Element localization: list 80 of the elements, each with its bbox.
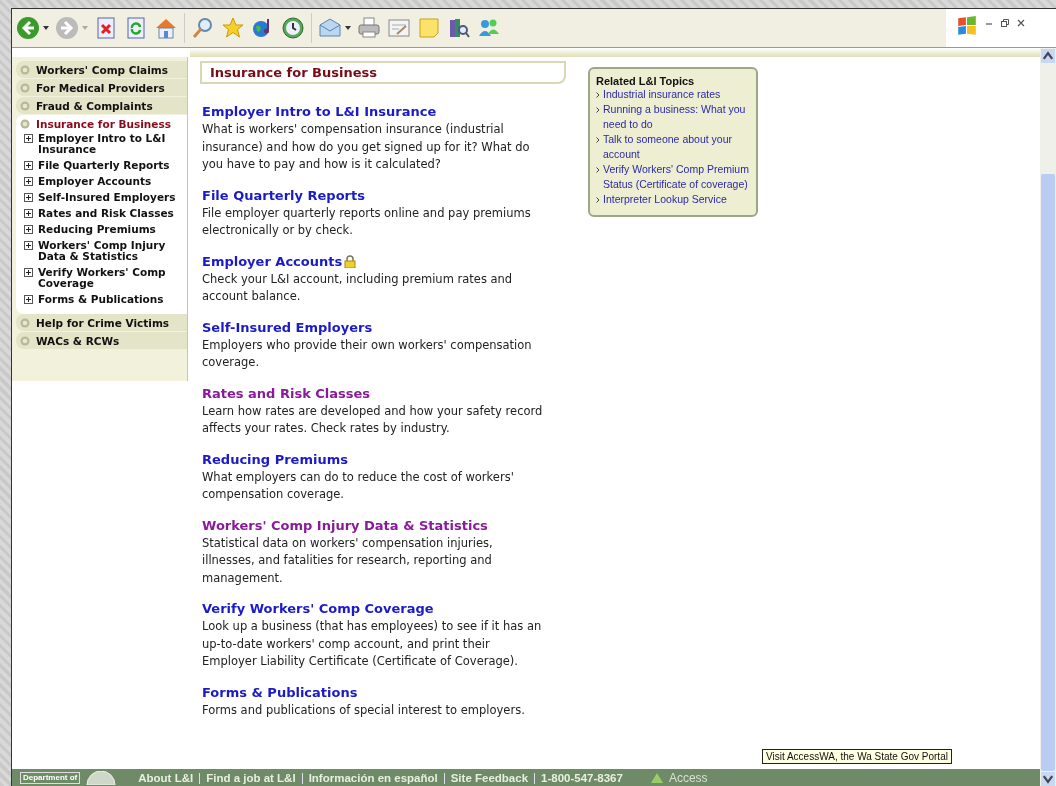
- chevron-icon: [596, 137, 600, 143]
- section-description: File employer quarterly reports online and pay premiums electronically or by check.: [202, 204, 532, 239]
- sidebar-subitem[interactable]: Self-Insured Employers: [16, 192, 187, 203]
- chevron-icon: [596, 167, 600, 173]
- chevron-icon: [596, 107, 600, 113]
- expand-icon[interactable]: [24, 209, 33, 218]
- chevron-icon: [596, 92, 600, 98]
- section-description: What employers can do to reduce the cost of workers' compensation coverage.: [202, 468, 515, 503]
- expand-icon[interactable]: [24, 268, 33, 277]
- section-description: Employers who provide their own workers' compensation coverage.: [202, 336, 533, 371]
- sidebar-item[interactable]: WACs & RCWs: [16, 332, 187, 349]
- related-link[interactable]: Industrial insurance rates: [596, 87, 750, 102]
- restore-icon[interactable]: [1000, 18, 1010, 28]
- expand-icon[interactable]: [24, 134, 33, 143]
- expand-icon[interactable]: [24, 225, 33, 234]
- sidebar-subitem[interactable]: File Quarterly Reports: [16, 160, 187, 171]
- history-icon[interactable]: [281, 16, 305, 40]
- scroll-down-icon[interactable]: [1041, 772, 1055, 786]
- section-description: Check your L&I account, including premium rates and account balance.: [202, 270, 514, 305]
- section-link[interactable]: Forms & Publications: [202, 684, 358, 700]
- back-icon[interactable]: [16, 16, 40, 40]
- related-link[interactable]: Interpreter Lookup Service: [596, 192, 750, 207]
- sidebar-subitem[interactable]: Workers' Comp Injury Data & Statistics: [16, 240, 187, 262]
- bullet-icon: [20, 118, 30, 129]
- sidebar-subitem[interactable]: Forms & Publications: [16, 294, 187, 305]
- section-description: Learn how rates are developed and how your safety record affects your rates. Check rates by industry.: [202, 402, 544, 437]
- related-link[interactable]: Running a business: What you need to do: [596, 102, 750, 132]
- expand-icon[interactable]: [24, 193, 33, 202]
- sidebar-subitem[interactable]: Reducing Premiums: [16, 224, 187, 235]
- panel-title: Related L&I Topics: [596, 75, 696, 87]
- research-icon[interactable]: [447, 16, 471, 40]
- bullet-icon: [20, 64, 30, 75]
- section-link[interactable]: Verify Workers' Comp Coverage: [202, 601, 434, 616]
- stop-icon[interactable]: [94, 16, 118, 40]
- section-description: What is workers' compensation insurance (industrial insurance) and how do you get signed up for it? What do you have to pay and how is it calculated?: [202, 121, 531, 173]
- expand-icon[interactable]: [24, 241, 33, 250]
- close-icon[interactable]: [1016, 18, 1026, 28]
- seal-icon: [86, 771, 117, 785]
- bullet-icon: [20, 317, 30, 328]
- section-description: Look up a business (that has employees) to see if it has an up-to-date workers' comp account, and print their Employer Liability Certificate (Certificate of Coverage).: [202, 618, 543, 670]
- department-logo: Department of: [20, 772, 81, 784]
- sidebar-subitem[interactable]: Verify Workers' Comp Coverage: [16, 267, 187, 289]
- section-link[interactable]: Rates and Risk Classes: [202, 385, 371, 401]
- page-title: Insurance for Business: [200, 61, 566, 84]
- expand-icon[interactable]: [24, 161, 33, 170]
- section-description: Statistical data on workers' compensation injuries, illnesses, and fatalities for research, reporting and management.: [202, 534, 494, 587]
- sidebar-subitem[interactable]: Employer Accounts: [16, 176, 187, 187]
- edit-icon[interactable]: [387, 16, 411, 40]
- sidebar-item[interactable]: Help for Crime Victims: [16, 314, 187, 331]
- sidebar-subitem[interactable]: Employer Intro to L&I Insurance: [16, 133, 187, 155]
- section-link[interactable]: Employer Intro to L&I Insurance: [202, 104, 437, 119]
- printer-icon[interactable]: [357, 16, 381, 40]
- home-icon[interactable]: [154, 16, 178, 40]
- triangle-icon: [650, 773, 663, 783]
- star-icon[interactable]: [221, 16, 245, 40]
- section-link[interactable]: Employer Accounts: [202, 253, 343, 269]
- caret-icon[interactable]: [43, 26, 49, 30]
- section-link[interactable]: Workers' Comp Injury Data & Statistics: [202, 517, 488, 533]
- section-link[interactable]: Self-Insured Employers: [202, 319, 373, 335]
- tooltip: Visit AccessWA, the Wa State Gov Portal: [762, 749, 952, 764]
- bullet-icon: [20, 100, 30, 111]
- windows-logo-icon: [956, 15, 978, 37]
- section-description: Forms and publications of special interest to employers.: [202, 701, 526, 719]
- related-link[interactable]: Talk to someone about your account: [596, 132, 750, 162]
- bullet-icon: [20, 335, 30, 346]
- sidebar-item[interactable]: Fraud & Complaints: [16, 97, 187, 114]
- refresh-icon[interactable]: [124, 16, 148, 40]
- caret-icon[interactable]: [345, 26, 351, 30]
- sidebar-subitem[interactable]: Rates and Risk Classes: [16, 208, 187, 219]
- expand-icon[interactable]: [24, 295, 33, 304]
- section-link[interactable]: Reducing Premiums: [202, 451, 348, 467]
- related-link[interactable]: Verify Workers' Comp Premium Status (Certificate of coverage): [596, 162, 750, 192]
- search-icon[interactable]: [191, 16, 215, 40]
- scroll-up-icon[interactable]: [1041, 49, 1055, 63]
- sidebar-item[interactable]: For Medical Providers: [16, 79, 187, 96]
- chevron-icon: [596, 197, 600, 203]
- expand-icon[interactable]: [24, 177, 33, 186]
- sidebar-item[interactable]: Workers' Comp Claims: [16, 61, 187, 78]
- section-link[interactable]: File Quarterly Reports: [202, 187, 365, 203]
- bullet-icon: [20, 82, 30, 93]
